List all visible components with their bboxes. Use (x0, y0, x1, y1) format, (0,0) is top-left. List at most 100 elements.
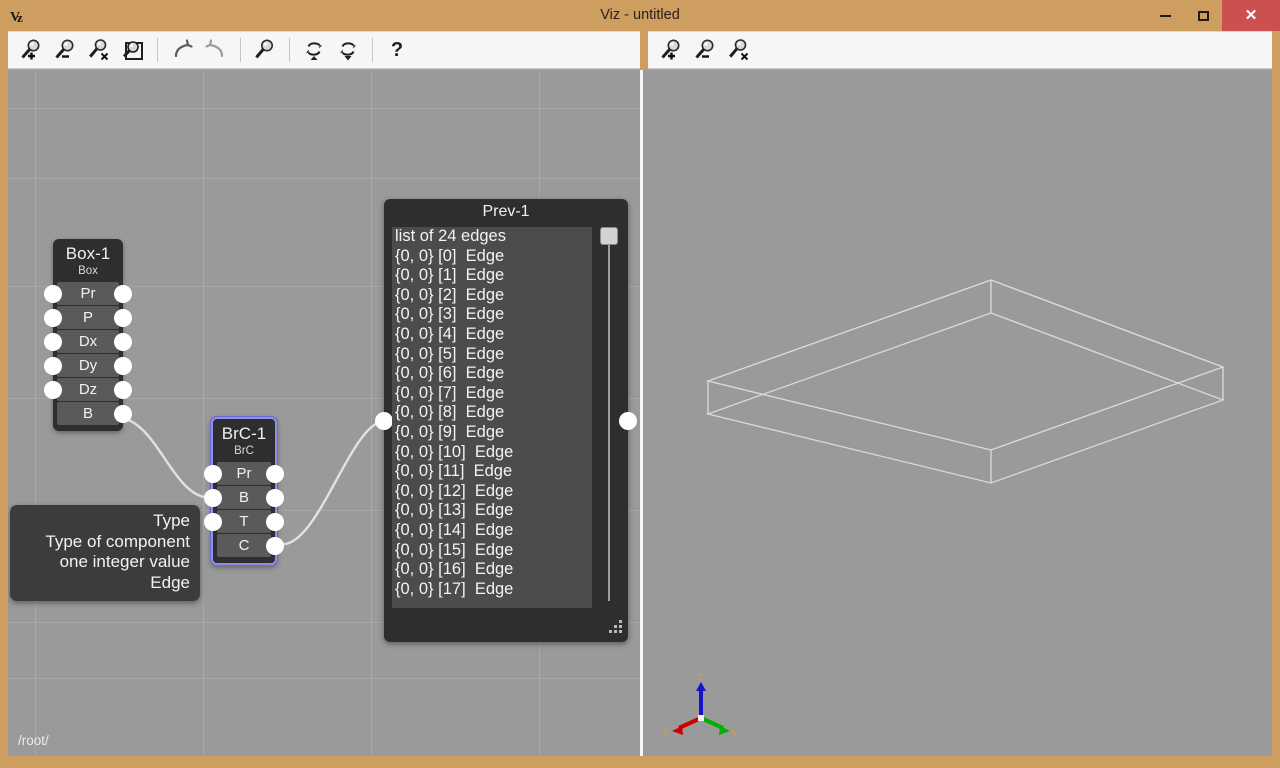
tooltip-description: Type of component (20, 532, 190, 553)
viewport-3d[interactable]: Z X Y (643, 70, 1272, 756)
node-row-label: B (239, 489, 249, 506)
maximize-button[interactable] (1184, 0, 1222, 31)
node-row-pr[interactable]: Pr (217, 462, 271, 485)
window-title: Viz - untitled (0, 0, 1280, 31)
zoom-fit-icon (120, 37, 146, 63)
input-port-dy[interactable] (44, 357, 62, 375)
list-item[interactable]: {0, 0} [5] Edge (392, 345, 592, 365)
node-box-1[interactable]: Box-1 Box Pr P Dx (53, 239, 123, 431)
node-row-t[interactable]: T (217, 510, 271, 533)
preview-header-line: list of 24 edges (392, 227, 592, 247)
refresh-down-button[interactable] (333, 35, 363, 65)
list-item[interactable]: {0, 0} [2] Edge (392, 286, 592, 306)
resize-grip-icon[interactable] (605, 620, 622, 637)
application-window: V z Viz - untitled ✕ (0, 0, 1280, 768)
preview-scrollbar[interactable] (600, 227, 618, 608)
input-port-dx[interactable] (44, 333, 62, 351)
node-title: Box-1 (53, 239, 123, 264)
minimize-button[interactable] (1146, 0, 1184, 31)
grid-line (8, 178, 640, 179)
output-port-dx[interactable] (114, 333, 132, 351)
input-port-p[interactable] (44, 309, 62, 327)
node-row-label: Pr (237, 465, 252, 482)
node-row-b[interactable]: B (57, 402, 119, 425)
undo-icon (169, 37, 195, 63)
view-zoom-in-button[interactable] (656, 35, 686, 65)
node-row-dz[interactable]: Dz (57, 378, 119, 401)
node-row-c[interactable]: C (217, 534, 271, 557)
list-item[interactable]: {0, 0} [13] Edge (392, 501, 592, 521)
title-bar: V z Viz - untitled ✕ (0, 0, 1280, 31)
toolbar-separator (157, 38, 158, 62)
input-port-dz[interactable] (44, 381, 62, 399)
node-row-p[interactable]: P (57, 306, 119, 329)
node-brc-1[interactable]: BrC-1 BrC Pr B T C (211, 417, 277, 565)
search-icon (252, 37, 278, 63)
output-port-b[interactable] (114, 405, 132, 423)
output-port-prev[interactable] (619, 412, 637, 430)
node-title: Prev-1 (384, 199, 628, 225)
list-item[interactable]: {0, 0} [17] Edge (392, 580, 592, 600)
list-item[interactable]: {0, 0} [4] Edge (392, 325, 592, 345)
axis-label-y: Y (731, 728, 738, 739)
node-row-dy[interactable]: Dy (57, 354, 119, 377)
list-item[interactable]: {0, 0} [8] Edge (392, 403, 592, 423)
list-item[interactable]: {0, 0} [3] Edge (392, 305, 592, 325)
input-port-t[interactable] (204, 513, 222, 531)
preview-list[interactable]: list of 24 edges {0, 0} [0] Edge {0, 0} … (392, 227, 592, 608)
list-item[interactable]: {0, 0} [6] Edge (392, 364, 592, 384)
search-button[interactable] (250, 35, 280, 65)
help-button[interactable]: ? (382, 35, 412, 65)
list-item[interactable]: {0, 0} [14] Edge (392, 521, 592, 541)
input-port-prev[interactable] (375, 412, 393, 430)
view-zoom-reset-button[interactable] (724, 35, 754, 65)
list-item[interactable]: {0, 0} [15] Edge (392, 541, 592, 561)
axis-gizmo: Z X Y (661, 670, 741, 750)
list-item[interactable]: {0, 0} [16] Edge (392, 560, 592, 580)
zoom-fit-button[interactable] (118, 35, 148, 65)
view-zoom-out-button[interactable] (690, 35, 720, 65)
wire-box-to-brc (126, 419, 204, 497)
scrollbar-track[interactable] (608, 241, 610, 601)
node-graph-canvas[interactable]: Box-1 Box Pr P Dx (8, 70, 640, 756)
redo-button[interactable] (201, 35, 231, 65)
close-button[interactable]: ✕ (1222, 0, 1280, 31)
zoom-reset-button[interactable] (84, 35, 114, 65)
zoom-in-button[interactable] (16, 35, 46, 65)
output-port-dz[interactable] (114, 381, 132, 399)
node-row-b[interactable]: B (217, 486, 271, 509)
tooltip-detail: one integer value (20, 552, 190, 573)
list-item[interactable]: {0, 0} [9] Edge (392, 423, 592, 443)
output-port-b[interactable] (266, 489, 284, 507)
node-row-pr[interactable]: Pr (57, 282, 119, 305)
list-item[interactable]: {0, 0} [1] Edge (392, 266, 592, 286)
node-row-label: B (83, 405, 93, 422)
input-port-pr[interactable] (44, 285, 62, 303)
grid-line (8, 108, 640, 109)
refresh-up-button[interactable] (299, 35, 329, 65)
output-port-pr[interactable] (114, 285, 132, 303)
list-item[interactable]: {0, 0} [12] Edge (392, 482, 592, 502)
zoom-out-button[interactable] (50, 35, 80, 65)
list-item[interactable]: {0, 0} [0] Edge (392, 247, 592, 267)
output-port-pr[interactable] (266, 465, 284, 483)
scrollbar-thumb[interactable] (600, 227, 618, 245)
list-item[interactable]: {0, 0} [7] Edge (392, 384, 592, 404)
undo-button[interactable] (167, 35, 197, 65)
output-port-t[interactable] (266, 513, 284, 531)
graph-toolbar: ? (8, 31, 640, 69)
node-prev-1[interactable]: Prev-1 list of 24 edges {0, 0} [0] Edge … (384, 199, 628, 642)
input-port-b[interactable] (204, 489, 222, 507)
input-port-pr[interactable] (204, 465, 222, 483)
grid-line (8, 678, 640, 679)
node-row-dx[interactable]: Dx (57, 330, 119, 353)
tooltip-title: Type (20, 511, 190, 532)
zoom-reset-icon (86, 37, 112, 63)
output-port-p[interactable] (114, 309, 132, 327)
toolbar-separator (372, 38, 373, 62)
output-port-dy[interactable] (114, 357, 132, 375)
refresh-up-icon (301, 37, 327, 63)
output-port-c[interactable] (266, 537, 284, 555)
list-item[interactable]: {0, 0} [11] Edge (392, 462, 592, 482)
list-item[interactable]: {0, 0} [10] Edge (392, 443, 592, 463)
